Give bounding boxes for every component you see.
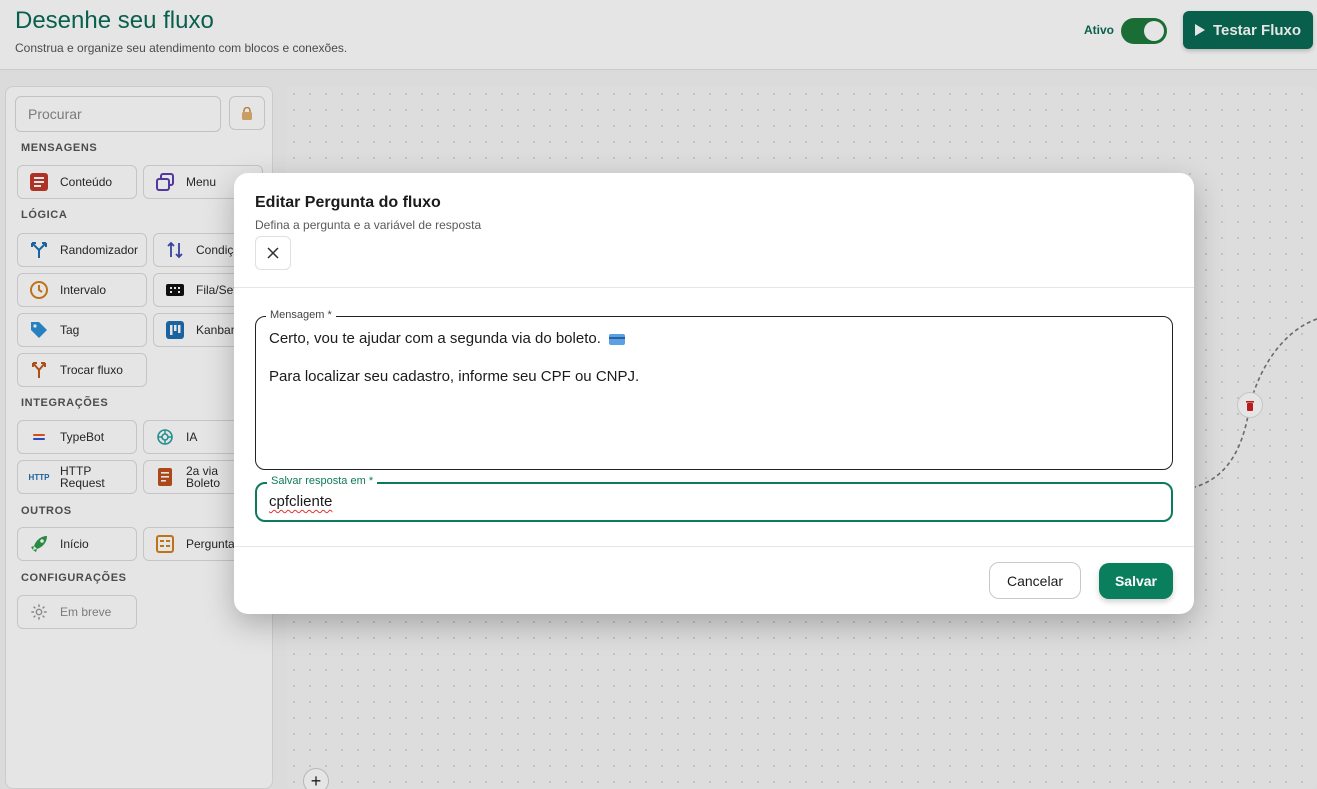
dialog-title: Editar Pergunta do fluxo — [255, 194, 441, 211]
variable-field-label: Salvar resposta em * — [267, 475, 378, 487]
dialog-subtitle: Defina a pergunta e a variável de respos… — [255, 218, 482, 232]
message-field-label: Mensagem * — [266, 309, 336, 321]
close-icon — [267, 247, 279, 259]
close-button[interactable] — [255, 236, 291, 270]
credit-card-icon — [609, 333, 626, 345]
divider — [234, 287, 1194, 288]
variable-input[interactable]: cpfcliente — [269, 493, 332, 510]
message-textarea[interactable]: Certo, vou te ajudar com a segunda via d… — [269, 329, 639, 386]
variable-field[interactable]: Salvar resposta em * cpfcliente — [255, 475, 1173, 522]
message-field[interactable]: Mensagem * Certo, vou te ajudar com a se… — [255, 309, 1173, 470]
cancel-button[interactable]: Cancelar — [989, 562, 1081, 599]
divider — [234, 546, 1194, 547]
message-line-1: Certo, vou te ajudar com a segunda via d… — [269, 330, 601, 347]
message-line-2: Para localizar seu cadastro, informe seu… — [269, 368, 640, 385]
save-button[interactable]: Salvar — [1099, 563, 1173, 599]
edit-question-dialog: Editar Pergunta do fluxo Defina a pergun… — [234, 173, 1194, 614]
